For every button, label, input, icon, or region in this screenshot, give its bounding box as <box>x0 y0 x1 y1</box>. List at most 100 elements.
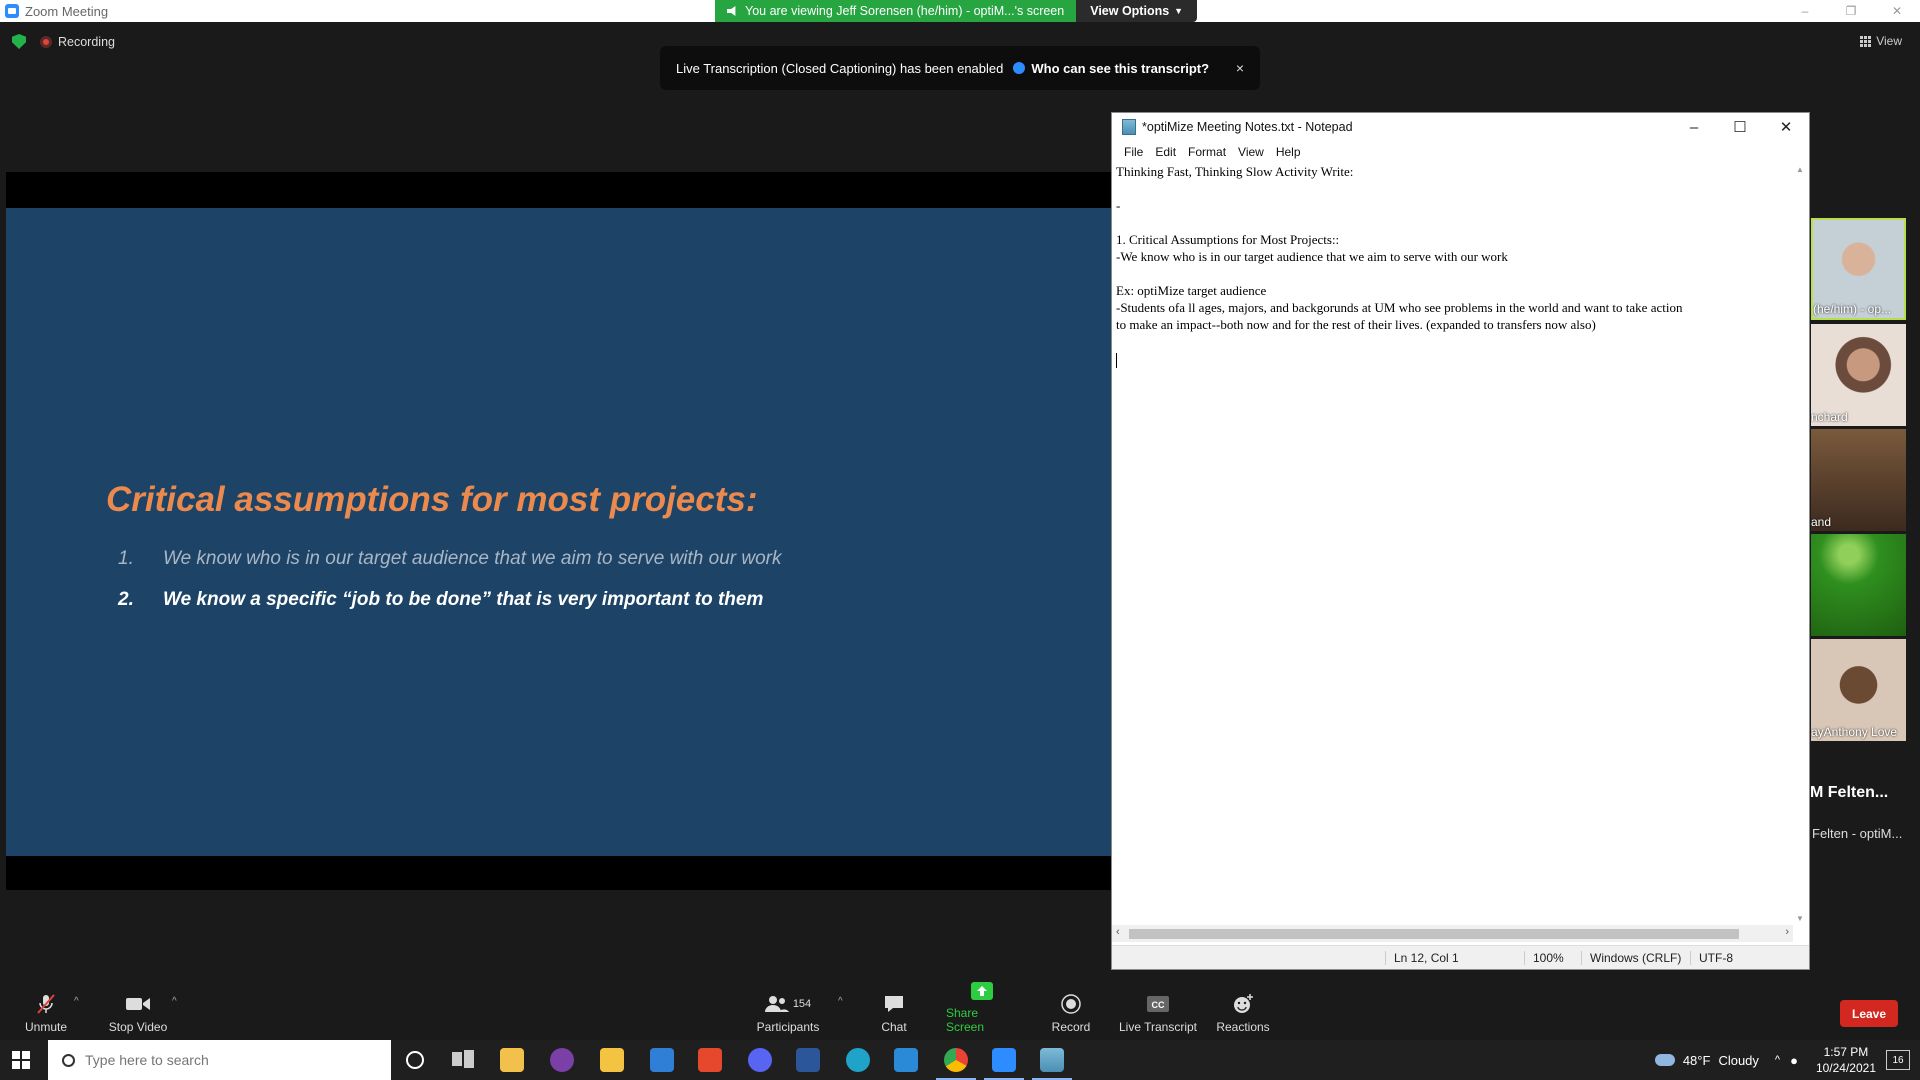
unmute-button[interactable]: Unmute <box>22 982 70 1040</box>
notifications-icon[interactable]: 16 <box>1886 1050 1910 1070</box>
zoom-title-bar: Zoom Meeting You are viewing Jeff Sorens… <box>0 0 1920 22</box>
office-icon[interactable] <box>698 1048 722 1072</box>
vertical-scrollbar[interactable]: ▲ ▼ <box>1792 163 1809 925</box>
notepad-title-bar[interactable]: *optiMize Meeting Notes.txt - Notepad – … <box>1112 113 1809 141</box>
who-can-see-link[interactable]: Who can see this transcript? <box>1013 61 1209 76</box>
reactions-button[interactable]: Reactions <box>1216 982 1270 1040</box>
horizontal-scrollbar[interactable]: ‹ › <box>1112 925 1793 942</box>
weather-widget[interactable]: 48°F Cloudy <box>1654 1052 1759 1068</box>
slide-item-number: 1. <box>118 548 134 569</box>
notepad-window: *optiMize Meeting Notes.txt - Notepad – … <box>1111 112 1810 970</box>
participants-label: Participants <box>756 1020 820 1034</box>
weather-condition: Cloudy <box>1718 1052 1759 1068</box>
notepad-menu-bar: File Edit Format View Help <box>1112 141 1809 163</box>
unmute-label: Unmute <box>24 1020 68 1034</box>
stop-video-button[interactable]: Stop Video <box>106 982 170 1040</box>
text-line <box>1116 265 1791 282</box>
minimize-button[interactable]: – <box>1782 0 1828 22</box>
search-input[interactable] <box>85 1052 365 1068</box>
chat-label: Chat <box>881 1020 907 1034</box>
share-screen-button[interactable]: Share Screen <box>946 982 1018 1040</box>
participant-tile[interactable]: and <box>1811 429 1906 531</box>
video-options-caret-icon[interactable]: ^ <box>172 996 177 1007</box>
line-ending: Windows (CRLF) <box>1581 951 1681 965</box>
live-transcript-button[interactable]: CC Live Transcript <box>1118 982 1198 1040</box>
grid-icon <box>1860 35 1872 47</box>
discord-icon[interactable] <box>748 1048 772 1072</box>
scroll-down-icon[interactable]: ▼ <box>1796 914 1804 923</box>
minimize-button[interactable]: – <box>1671 113 1717 141</box>
chevron-down-icon: ▼ <box>1174 6 1184 16</box>
microphone-muted-icon <box>33 994 59 1014</box>
chat-button[interactable]: Chat <box>874 982 914 1040</box>
notepad-title: *optiMize Meeting Notes.txt - Notepad <box>1142 120 1353 134</box>
windows-start-icon[interactable] <box>12 1051 30 1069</box>
maximize-button[interactable]: ☐ <box>1717 113 1763 141</box>
chrome-icon[interactable] <box>936 1048 976 1080</box>
chevron-up-icon[interactable]: ^ <box>1775 1054 1780 1066</box>
view-button[interactable]: View <box>1860 34 1902 48</box>
notepad-text-area[interactable]: Thinking Fast, Thinking Slow Activity Wr… <box>1116 163 1791 925</box>
chat-icon <box>881 994 907 1014</box>
close-button[interactable]: ✕ <box>1763 113 1809 141</box>
store-icon[interactable] <box>500 1048 524 1072</box>
participant-tile[interactable]: ayAnthony Love <box>1811 639 1906 741</box>
close-button[interactable]: ✕ <box>1874 0 1920 22</box>
mail-icon[interactable] <box>650 1048 674 1072</box>
zoom-taskbar-icon[interactable] <box>984 1048 1024 1080</box>
participants-caret-icon[interactable]: ^ <box>838 996 843 1007</box>
text-line: to make an impact--both now and for the … <box>1116 317 1596 332</box>
scroll-right-icon[interactable]: › <box>1785 926 1789 938</box>
scroll-left-icon[interactable]: ‹ <box>1116 926 1120 938</box>
video-camera-icon <box>125 994 151 1014</box>
participant-name: nchard <box>1811 410 1848 424</box>
search-icon <box>62 1053 75 1067</box>
participant-tile[interactable]: (he/him) - op... <box>1811 218 1906 320</box>
word-icon[interactable] <box>796 1048 820 1072</box>
menu-format[interactable]: Format <box>1182 145 1232 159</box>
task-view-icon[interactable] <box>452 1048 476 1072</box>
leave-button[interactable]: Leave <box>1840 1000 1898 1027</box>
screen-share-banner: You are viewing Jeff Sorensen (he/him) -… <box>715 0 1198 22</box>
github-desktop-icon[interactable] <box>550 1048 574 1072</box>
record-button[interactable]: Record <box>1050 982 1092 1040</box>
view-options-button[interactable]: View Options ▼ <box>1076 0 1198 22</box>
weather-temp: 48°F <box>1682 1052 1711 1068</box>
menu-help[interactable]: Help <box>1270 145 1307 159</box>
participant-tile[interactable] <box>1811 534 1906 636</box>
participants-button[interactable]: 154 Participants <box>752 982 824 1040</box>
text-line: -We know who is in our target audience t… <box>1116 249 1508 264</box>
view-label: View <box>1876 34 1902 48</box>
menu-file[interactable]: File <box>1118 145 1149 159</box>
participants-icon: 154 <box>758 994 818 1014</box>
taskbar-search[interactable] <box>48 1040 391 1080</box>
slide-item-text: We know a specific “job to be done” that… <box>163 589 764 610</box>
shield-icon[interactable] <box>12 34 26 49</box>
transcript-message: Live Transcription (Closed Captioning) h… <box>676 60 1004 76</box>
cloud-icon <box>1654 1054 1675 1066</box>
microphone-icon[interactable]: ● <box>1790 1053 1798 1068</box>
reactions-label: Reactions <box>1216 1020 1270 1034</box>
live-transcript-label: Live Transcript <box>1118 1020 1198 1034</box>
audio-options-caret-icon[interactable]: ^ <box>74 996 79 1007</box>
vscode-icon[interactable] <box>894 1048 918 1072</box>
file-explorer-icon[interactable] <box>600 1048 624 1072</box>
menu-view[interactable]: View <box>1232 145 1270 159</box>
menu-edit[interactable]: Edit <box>1149 145 1182 159</box>
text-line: Ex: optiMize target audience <box>1116 283 1267 298</box>
clock[interactable]: 1:57 PM 10/24/2021 <box>1816 1044 1876 1076</box>
meeting-toolbar: Unmute ^ Stop Video ^ 154 Participants ^… <box>0 982 1920 1040</box>
participant-name: and <box>1811 515 1832 529</box>
who-can-see-label: Who can see this transcript? <box>1031 60 1210 76</box>
viewing-screen-label: You are viewing Jeff Sorensen (he/him) -… <box>715 0 1077 22</box>
zoom-level: 100% <box>1524 951 1564 965</box>
notepad-taskbar-icon[interactable] <box>1032 1048 1072 1080</box>
restore-button[interactable]: ❐ <box>1828 0 1874 22</box>
close-icon[interactable]: × <box>1236 60 1244 76</box>
scroll-up-icon[interactable]: ▲ <box>1796 165 1804 174</box>
participant-tile[interactable]: nchard <box>1811 324 1906 426</box>
cortana-icon[interactable] <box>406 1051 424 1069</box>
record-icon <box>1058 994 1084 1014</box>
scrollbar-thumb[interactable] <box>1129 929 1739 939</box>
edge-icon[interactable] <box>846 1048 870 1072</box>
